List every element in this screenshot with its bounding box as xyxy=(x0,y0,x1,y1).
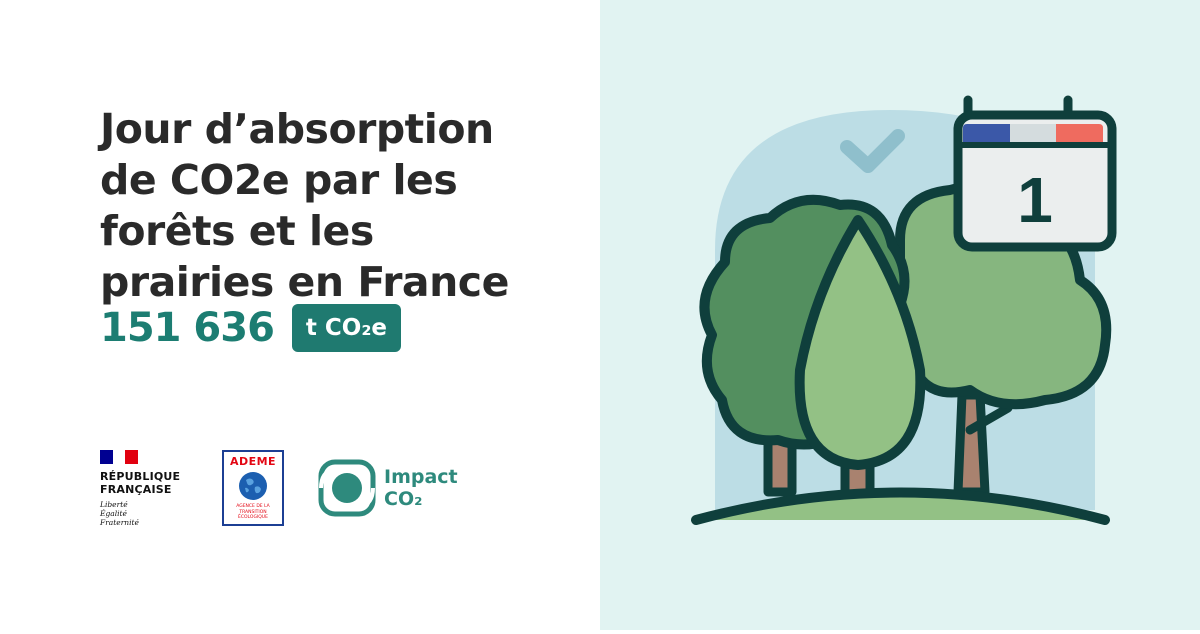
impact-co2-icon xyxy=(318,459,376,517)
rf-motto1: Liberté xyxy=(100,500,128,509)
impact-line1: Impact xyxy=(384,466,458,488)
illustration-panel: 1 xyxy=(600,0,1200,630)
logo-row: RÉPUBLIQUE FRANÇAISE Liberté Égalité Fra… xyxy=(100,450,458,527)
unit-badge: t CO₂e xyxy=(291,304,402,352)
ademe-name: ADEME xyxy=(229,455,277,468)
rf-motto3: Fraternité xyxy=(100,518,139,527)
rf-line2: FRANÇAISE xyxy=(100,483,172,496)
value-row: 151 636 t CO₂e xyxy=(100,303,402,353)
forest-illustration: 1 xyxy=(691,95,1117,525)
left-panel: Jour d’absorption de CO2e par les forêts… xyxy=(0,0,600,630)
republique-francaise-logo: RÉPUBLIQUE FRANÇAISE Liberté Égalité Fra… xyxy=(100,450,196,527)
impact-co2-logo: Impact CO₂ xyxy=(318,459,458,517)
calendar-icon: 1 xyxy=(953,95,1117,252)
globe-icon xyxy=(239,472,267,500)
calendar-number: 1 xyxy=(1017,164,1053,236)
impact-line2: CO₂ xyxy=(384,488,423,510)
marianne-flag-icon xyxy=(100,450,138,464)
rf-motto2: Égalité xyxy=(100,509,127,518)
rf-line1: RÉPUBLIQUE xyxy=(100,470,181,483)
page-title: Jour d’absorption de CO2e par les forêts… xyxy=(100,105,509,306)
co2-value: 151 636 xyxy=(100,305,275,351)
ademe-sub3: ÉCOLOGIQUE xyxy=(238,515,268,520)
ademe-logo: ADEME AGENCE DE LA TRANSITION ÉCOLOGIQUE xyxy=(222,450,284,526)
